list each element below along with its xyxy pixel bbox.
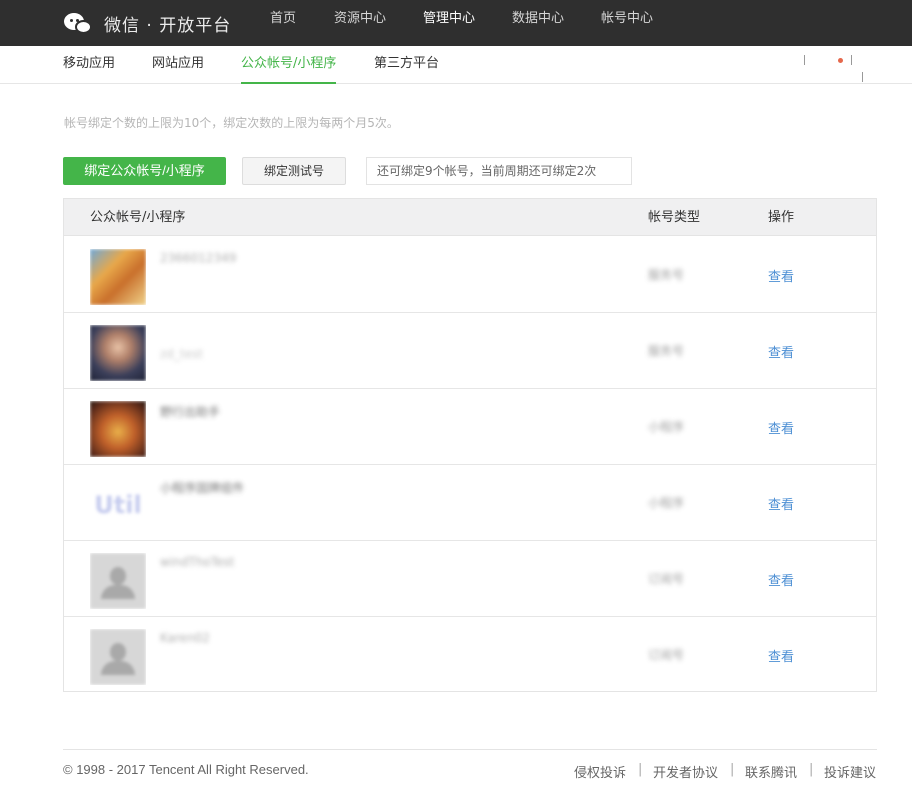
view-link[interactable]: 查看 [768, 494, 794, 513]
bind-quota-tip: 还可绑定9个帐号，当前周期还可绑定2次 [366, 157, 632, 185]
account-type: 服务号 [648, 344, 685, 358]
table-row: Karen02 订阅号 查看 [64, 617, 876, 693]
table-header: 公众帐号/小程序 帐号类型 操作 [64, 199, 876, 236]
footer-link-contact[interactable]: 联系腾讯 [745, 762, 797, 781]
account-name: 2366012349 [160, 251, 237, 265]
footer-separator: | [809, 762, 814, 777]
divider [804, 55, 805, 65]
tab-third-party[interactable]: 第三方平台 [374, 46, 439, 84]
account-avatar: Util [90, 477, 146, 533]
table-row: zd_test 服务号 查看 [64, 313, 876, 389]
account-type: 订阅号 [648, 648, 685, 662]
sub-nav: 移动应用 网站应用 公众帐号/小程序 第三方平台 [0, 46, 912, 84]
bind-official-account-button[interactable]: 绑定公众帐号/小程序 [63, 157, 226, 185]
footer-link-feedback[interactable]: 投诉建议 [824, 762, 876, 781]
footer-divider [63, 749, 877, 750]
topnav-account[interactable]: 帐号中心 [601, 0, 653, 38]
default-avatar-icon [90, 629, 146, 685]
view-link[interactable]: 查看 [768, 418, 794, 437]
footer-link-dev-agreement[interactable]: 开发者协议 [653, 762, 718, 781]
topnav-home[interactable]: 首页 [270, 0, 296, 38]
account-name: windThoTest [160, 555, 235, 569]
tab-official-accounts[interactable]: 公众帐号/小程序 [241, 46, 337, 84]
header-action: 操作 [768, 210, 795, 225]
divider [862, 72, 863, 82]
top-bar: 微信 · 开放平台 首页 资源中心 管理中心 数据中心 帐号中心 [0, 0, 912, 46]
account-name: 野行出助手 [160, 405, 221, 419]
bind-test-account-button[interactable]: 绑定测试号 [242, 157, 346, 185]
footer-link-infringement[interactable]: 侵权投诉 [574, 762, 626, 781]
util-logo-icon: Util [94, 491, 142, 519]
notification-dot-icon[interactable] [838, 58, 843, 63]
account-name: zd_test [160, 347, 203, 361]
account-type: 订阅号 [648, 572, 685, 586]
topnav-resources[interactable]: 资源中心 [334, 0, 386, 38]
topnav-data[interactable]: 数据中心 [512, 0, 564, 38]
account-name: Karen02 [160, 631, 210, 645]
view-link[interactable]: 查看 [768, 570, 794, 589]
account-type: 小程序 [648, 496, 685, 510]
header-account: 公众帐号/小程序 [90, 210, 186, 225]
view-link[interactable]: 查看 [768, 646, 794, 665]
account-avatar [90, 401, 146, 457]
footer-separator: | [730, 762, 735, 777]
tab-web-apps[interactable]: 网站应用 [152, 46, 204, 84]
header-type: 帐号类型 [648, 210, 701, 225]
view-link[interactable]: 查看 [768, 342, 794, 361]
wechat-logo-icon [64, 11, 94, 35]
table-row: windThoTest 订阅号 查看 [64, 541, 876, 617]
copyright: © 1998 - 2017 Tencent All Right Reserved… [63, 762, 309, 777]
account-avatar [90, 325, 146, 381]
account-type: 小程序 [648, 420, 685, 434]
table-row: Util 小程序固牌组件 小程序 查看 [64, 465, 876, 541]
bind-limit-notice: 帐号绑定个数的上限为10个，绑定次数的上限为每两个月5次。 [64, 116, 399, 130]
account-type: 服务号 [648, 268, 685, 282]
accounts-table: 公众帐号/小程序 帐号类型 操作 2366012349 服务号 查看 zd_te… [63, 198, 877, 692]
tab-mobile-apps[interactable]: 移动应用 [63, 46, 115, 84]
topnav-management[interactable]: 管理中心 [423, 0, 475, 38]
table-row: 野行出助手 小程序 查看 [64, 389, 876, 465]
footer-separator: | [638, 762, 643, 777]
account-name: 小程序固牌组件 [160, 481, 245, 495]
table-row: 2366012349 服务号 查看 [64, 237, 876, 313]
view-link[interactable]: 查看 [768, 266, 794, 285]
brand-title: 微信 · 开放平台 [104, 15, 232, 36]
divider [851, 55, 852, 65]
account-avatar [90, 249, 146, 305]
brand[interactable]: 微信 · 开放平台 [64, 8, 231, 38]
default-avatar-icon [90, 553, 146, 609]
